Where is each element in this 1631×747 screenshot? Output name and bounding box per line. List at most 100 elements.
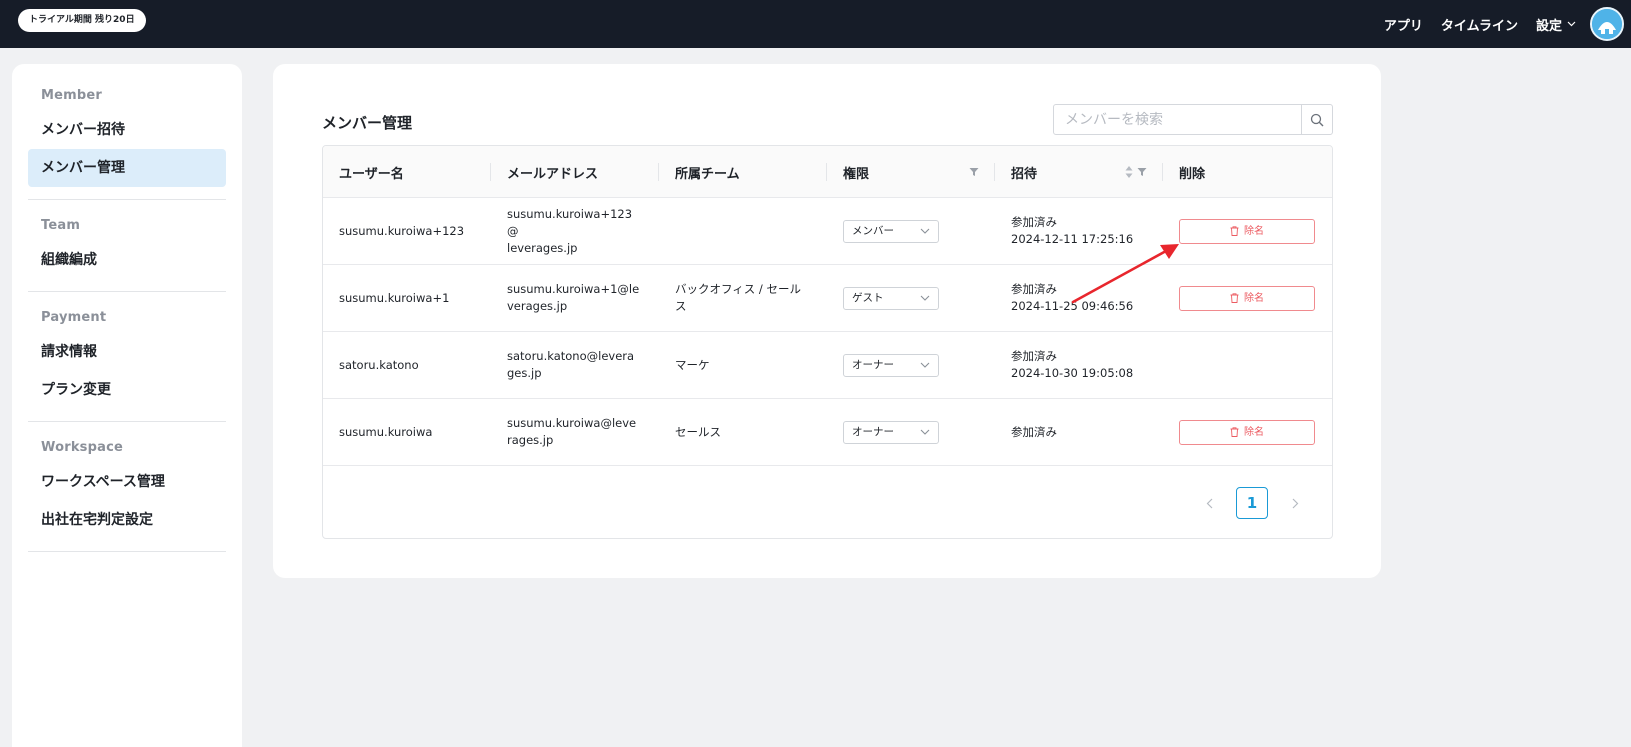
- sidebar-group-team: Team 組織編成: [28, 212, 226, 292]
- sidebar-group-title: Payment: [41, 310, 107, 325]
- sidebar-item-billing[interactable]: 請求情報: [28, 333, 226, 371]
- prev-page-button[interactable]: [1196, 487, 1222, 519]
- filter-icon[interactable]: [969, 167, 979, 177]
- cell-team: [659, 198, 827, 264]
- member-table: ユーザー名 メールアドレス 所属チーム 権限 招待 削除 susumu.kuro…: [322, 145, 1333, 539]
- sidebar-item-workspace-management[interactable]: ワークスペース管理: [28, 463, 226, 501]
- team-line: バックオフィス / セール: [675, 282, 801, 296]
- cell-role: オーナー: [827, 399, 995, 465]
- trial-badge[interactable]: トライアル期間 残り20日: [18, 9, 146, 32]
- column-header-invite: 招待: [995, 146, 1163, 198]
- search-button[interactable]: [1301, 105, 1332, 134]
- team-line: ス: [675, 299, 687, 313]
- column-header-label: 権限: [843, 166, 870, 182]
- team-line: マーケ: [675, 357, 710, 372]
- cell-delete: 除名: [1163, 198, 1331, 264]
- sort-icon[interactable]: [1125, 165, 1133, 179]
- table-row: susumu.kuroiwa susumu.kuroiwa@leve rages…: [323, 399, 1332, 466]
- trash-icon: [1230, 427, 1239, 437]
- cell-team: マーケ: [659, 332, 827, 398]
- column-header-email: メールアドレス: [491, 146, 659, 198]
- role-select[interactable]: オーナー: [843, 420, 939, 444]
- invite-date: 2024-10-30 19:05:08: [1011, 366, 1134, 380]
- cell-username: susumu.kuroiwa: [339, 424, 433, 439]
- filter-icon[interactable]: [1137, 167, 1147, 177]
- cell-delete: 除名: [1163, 265, 1331, 331]
- sidebar: Member メンバー招待 メンバー管理 Team 組織編成 Payment 請…: [12, 64, 242, 747]
- role-select[interactable]: メンバー: [843, 219, 939, 243]
- trash-icon: [1230, 226, 1239, 236]
- remove-button-label: 除名: [1244, 225, 1264, 237]
- column-header-team: 所属チーム: [659, 146, 827, 198]
- search-box: [1053, 104, 1333, 135]
- role-select-value: オーナー: [852, 425, 894, 438]
- role-select-value: メンバー: [852, 224, 894, 237]
- page-button-current[interactable]: 1: [1236, 487, 1268, 519]
- sidebar-item-office-remote-settings[interactable]: 出社在宅判定設定: [28, 501, 226, 539]
- invite-date: 2024-12-11 17:25:16: [1011, 232, 1134, 246]
- sidebar-group-payment: Payment 請求情報 プラン変更: [28, 304, 226, 422]
- cell-delete: [1163, 332, 1331, 398]
- cell-email: susumu.kuroiwa+1@le verages.jp: [491, 265, 659, 331]
- cell-invite: 参加済み 2024-10-30 19:05:08: [995, 332, 1163, 398]
- sidebar-item-plan-change[interactable]: プラン変更: [28, 371, 226, 409]
- next-page-button[interactable]: [1282, 487, 1308, 519]
- chevron-down-icon: [1567, 21, 1576, 27]
- role-select[interactable]: ゲスト: [843, 286, 939, 310]
- invite-status: 参加済み: [1011, 215, 1057, 229]
- chevron-right-icon: [1292, 498, 1298, 508]
- cell-delete: 除名: [1163, 399, 1331, 465]
- team-line: セールス: [675, 424, 721, 439]
- column-header-label: 削除: [1179, 166, 1206, 182]
- remove-button[interactable]: 除名: [1179, 285, 1315, 311]
- chevron-down-icon: [920, 362, 930, 368]
- chevron-down-icon: [920, 429, 930, 435]
- sidebar-group-title: Team: [41, 218, 81, 233]
- invite-status: 参加済み: [1011, 424, 1057, 439]
- invite-status: 参加済み: [1011, 282, 1057, 296]
- nav-settings-label: 設定: [1535, 18, 1562, 34]
- table-row: satoru.katono satoru.katono@levera ges.j…: [323, 332, 1332, 399]
- table-row: susumu.kuroiwa+1 susumu.kuroiwa+1@le ver…: [323, 265, 1332, 332]
- cell-team: バックオフィス / セール ス: [659, 265, 827, 331]
- cell-username: susumu.kuroiwa+1: [339, 290, 450, 305]
- search-icon: [1310, 113, 1324, 126]
- column-controls: [1125, 165, 1147, 179]
- role-select[interactable]: オーナー: [843, 353, 939, 377]
- remove-button[interactable]: 除名: [1179, 419, 1315, 445]
- chevron-down-icon: [920, 228, 930, 234]
- column-header-role: 権限: [827, 146, 995, 198]
- invite-status: 参加済み: [1011, 349, 1057, 363]
- column-header-label: メールアドレス: [507, 166, 599, 182]
- search-input[interactable]: [1054, 105, 1301, 134]
- column-header-label: 所属チーム: [675, 166, 740, 182]
- sidebar-group-title: Member: [41, 88, 103, 103]
- column-controls: [969, 167, 979, 177]
- sidebar-item-member-management[interactable]: メンバー管理: [28, 149, 226, 187]
- remove-button[interactable]: 除名: [1179, 218, 1315, 244]
- role-select-value: ゲスト: [852, 291, 884, 304]
- nav-settings[interactable]: 設定: [1536, 15, 1576, 34]
- avatar[interactable]: [1590, 7, 1624, 41]
- cell-email: susumu.kuroiwa+123@ leverages.jp: [491, 198, 659, 264]
- invite-date: 2024-11-25 09:46:56: [1011, 299, 1134, 313]
- email-line: rages.jp: [507, 433, 554, 447]
- cell-team: セールス: [659, 399, 827, 465]
- pagination: 1: [1196, 487, 1308, 519]
- column-header-username: ユーザー名: [323, 146, 491, 198]
- nav-apps[interactable]: アプリ: [1384, 15, 1423, 34]
- column-header-label: 招待: [1011, 166, 1038, 182]
- top-nav: アプリ タイムライン 設定: [1384, 0, 1631, 48]
- email-line: susumu.kuroiwa+1@le: [507, 282, 640, 296]
- nav-timeline[interactable]: タイムライン: [1441, 15, 1518, 34]
- cell-email: satoru.katono@levera ges.jp: [491, 332, 659, 398]
- email-line: susumu.kuroiwa+123@: [507, 206, 633, 238]
- sidebar-item-organization[interactable]: 組織編成: [28, 241, 226, 279]
- page-title: メンバー管理: [322, 114, 413, 132]
- cell-role: メンバー: [827, 198, 995, 264]
- sidebar-item-member-invite[interactable]: メンバー招待: [28, 111, 226, 149]
- chevron-left-icon: [1206, 498, 1212, 508]
- avatar-image: [1592, 9, 1622, 39]
- sidebar-group-workspace: Workspace ワークスペース管理 出社在宅判定設定: [28, 434, 226, 552]
- email-line: leverages.jp: [507, 240, 578, 255]
